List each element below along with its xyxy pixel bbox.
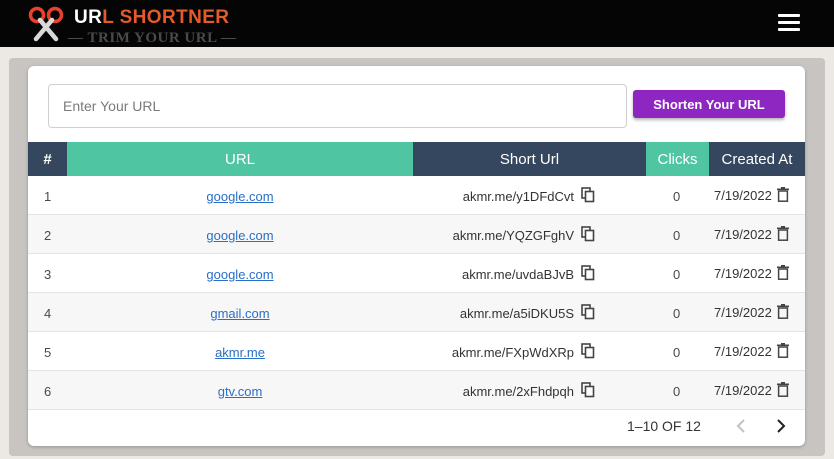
column-header-clicks: Clicks <box>646 142 709 176</box>
chevron-left-icon[interactable] <box>734 418 748 434</box>
column-header-url: URL <box>67 142 413 176</box>
shorten-url-button[interactable]: Shorten Your URL <box>633 90 785 118</box>
pagination-range: 1–10 OF 12 <box>627 418 701 434</box>
copy-icon[interactable] <box>581 304 595 320</box>
short-url: akmr.me/YQZGFghV <box>452 228 574 243</box>
table-header: # URL Short Url Clicks Created At <box>28 142 805 176</box>
scissors-logo-icon <box>28 6 64 42</box>
short-url: akmr.me/uvdaBJvB <box>462 267 574 282</box>
column-header-number: # <box>28 142 67 176</box>
table-row: 3 google.com akmr.me/uvdaBJvB 0 7/19/202… <box>28 254 805 293</box>
short-url: akmr.me/2xFhdpqh <box>462 384 574 399</box>
original-url-link[interactable]: google.com <box>67 189 413 204</box>
brand-name-part2: L SHORTNER <box>102 7 230 28</box>
short-url: akmr.me/y1DFdCvt <box>462 189 574 204</box>
row-number: 1 <box>44 189 52 204</box>
trash-icon[interactable] <box>777 304 789 319</box>
click-count: 0 <box>673 384 681 399</box>
column-header-created-at: Created At <box>709 142 805 176</box>
original-url-link[interactable]: google.com <box>67 267 413 282</box>
table-row: 2 google.com akmr.me/YQZGFghV 0 7/19/202… <box>28 215 805 254</box>
brand-name[interactable]: URL SHORTNER <box>74 7 229 29</box>
copy-icon[interactable] <box>581 382 595 398</box>
brand-tagline: — TRIM YOUR URL — <box>68 30 237 46</box>
click-count: 0 <box>673 267 681 282</box>
click-count: 0 <box>673 228 681 243</box>
trash-icon[interactable] <box>777 187 789 202</box>
brand-name-part1: UR <box>74 7 103 28</box>
click-count: 0 <box>673 189 681 204</box>
table-row: 4 gmail.com akmr.me/a5iDKU5S 0 7/19/2022 <box>28 293 805 332</box>
menu-icon[interactable] <box>778 14 800 32</box>
click-count: 0 <box>673 306 681 321</box>
short-url: akmr.me/FXpWdXRp <box>451 345 574 360</box>
created-date: 7/19/2022 <box>714 188 772 203</box>
original-url-link[interactable]: gtv.com <box>67 384 413 399</box>
chevron-right-icon[interactable] <box>774 418 788 434</box>
short-url: akmr.me/a5iDKU5S <box>459 306 574 321</box>
click-count: 0 <box>673 345 681 360</box>
trash-icon[interactable] <box>777 343 789 358</box>
created-date: 7/19/2022 <box>714 227 772 242</box>
table-row: 6 gtv.com akmr.me/2xFhdpqh 0 7/19/2022 <box>28 371 805 410</box>
table-row: 5 akmr.me akmr.me/FXpWdXRp 0 7/19/2022 <box>28 332 805 371</box>
copy-icon[interactable] <box>581 265 595 281</box>
row-number: 6 <box>44 384 52 399</box>
copy-icon[interactable] <box>581 226 595 242</box>
copy-icon[interactable] <box>581 343 595 359</box>
created-date: 7/19/2022 <box>714 266 772 281</box>
created-date: 7/19/2022 <box>714 344 772 359</box>
created-date: 7/19/2022 <box>714 305 772 320</box>
column-header-short-url: Short Url <box>413 142 646 176</box>
trash-icon[interactable] <box>777 382 789 397</box>
url-input[interactable] <box>48 84 627 128</box>
top-bar: URL SHORTNER — TRIM YOUR URL — <box>0 0 834 47</box>
created-date: 7/19/2022 <box>714 383 772 398</box>
table-row: 1 google.com akmr.me/y1DFdCvt 0 7/19/202… <box>28 176 805 215</box>
trash-icon[interactable] <box>777 226 789 241</box>
row-number: 5 <box>44 345 52 360</box>
original-url-link[interactable]: gmail.com <box>67 306 413 321</box>
row-number: 2 <box>44 228 52 243</box>
table-body: 1 google.com akmr.me/y1DFdCvt 0 7/19/202… <box>28 176 805 410</box>
row-number: 4 <box>44 306 52 321</box>
row-number: 3 <box>44 267 52 282</box>
url-shortener-card: Shorten Your URL # URL Short Url Clicks … <box>28 66 805 446</box>
copy-icon[interactable] <box>581 187 595 203</box>
trash-icon[interactable] <box>777 265 789 280</box>
original-url-link[interactable]: google.com <box>67 228 413 243</box>
original-url-link[interactable]: akmr.me <box>67 345 413 360</box>
